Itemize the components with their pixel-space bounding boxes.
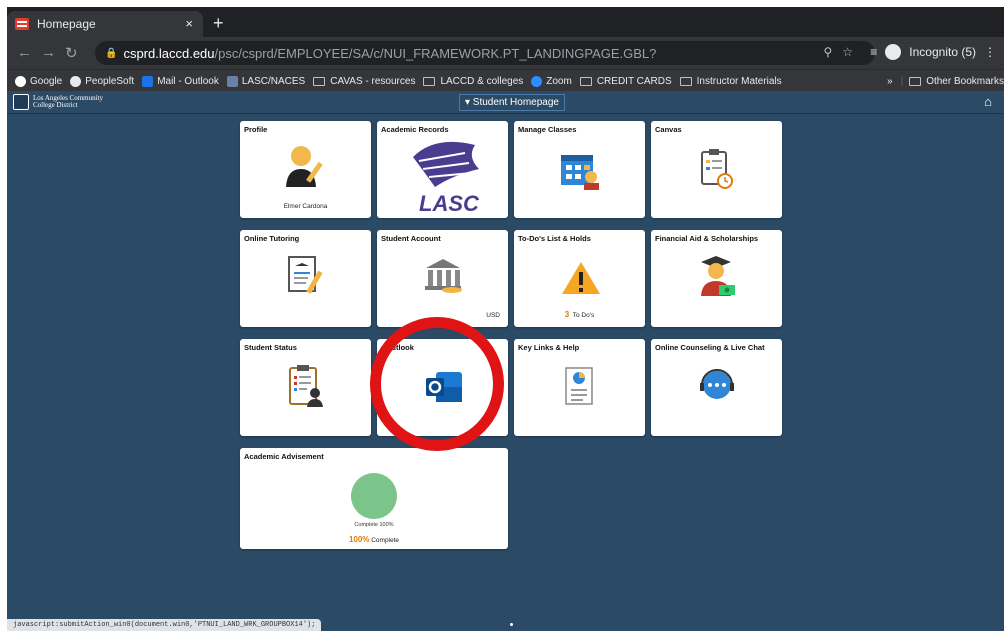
bookmark-peoplesoft[interactable]: PeopleSoft — [70, 75, 134, 87]
new-tab-button[interactable]: + — [213, 13, 224, 34]
tile-student-account[interactable]: Student Account USD — [377, 230, 508, 327]
page-indicator-dot — [510, 623, 513, 626]
bank-building-icon — [425, 259, 462, 293]
menu-icon[interactable]: ⋮ — [984, 45, 996, 59]
lock-icon: 🔒 — [105, 47, 118, 59]
app-header: Los Angeles Community College District ▾ … — [7, 91, 1004, 114]
bookmark-cavas[interactable]: CAVAS - resources — [313, 76, 415, 87]
address-bar[interactable]: 🔒 csprd.laccd.edu /psc/csprd/EMPLOYEE/SA… — [95, 41, 875, 65]
chat-headset-icon — [700, 369, 734, 399]
calendar-student-icon — [561, 155, 599, 190]
profile-person-icon — [286, 146, 323, 187]
peoplesoft-favicon-icon — [15, 18, 29, 30]
zoom-icon — [531, 75, 543, 87]
tile-financial-aid[interactable]: Financial Aid & Scholarships — [651, 230, 782, 327]
tile-academic-advisement[interactable]: Academic Advisement Complete 100% 100% C… — [240, 448, 508, 549]
bookmark-credit-cards[interactable]: CREDIT CARDS — [579, 76, 672, 87]
district-seal-icon — [13, 94, 29, 110]
incognito-label[interactable]: Incognito (5) — [909, 45, 976, 59]
progress-circle — [351, 473, 397, 519]
tile-profile[interactable]: Profile Elmer Cardona — [240, 121, 371, 218]
folder-icon — [909, 76, 922, 86]
folder-icon — [679, 76, 692, 86]
url-host: csprd.laccd.edu — [123, 45, 215, 61]
page-title-dropdown[interactable]: ▾ Student Homepage — [459, 94, 565, 111]
back-icon[interactable]: ← — [17, 44, 32, 61]
incognito-icon — [885, 44, 902, 60]
tile-student-status[interactable]: Student Status — [240, 339, 371, 436]
forward-icon[interactable]: → — [41, 44, 56, 61]
reading-list-icon[interactable]: ≡ — [870, 45, 877, 59]
todos-count-line: 3 To Do's — [564, 310, 595, 319]
document-chart-icon — [565, 367, 593, 405]
close-tab-icon[interactable]: × — [185, 16, 193, 31]
highlight-ring — [370, 317, 504, 451]
reload-icon[interactable]: ↻ — [65, 44, 78, 62]
bookmark-lasc-naces[interactable]: LASC/NACES — [226, 75, 305, 87]
tile-online-counseling[interactable]: Online Counseling & Live Chat — [651, 339, 782, 436]
tile-online-tutoring[interactable]: Online Tutoring — [240, 230, 371, 327]
clipboard-person-icon — [289, 365, 323, 407]
tile-key-links-help[interactable]: Key Links & Help — [514, 339, 645, 436]
browser-toolbar: ← → ↻ 🔒 csprd.laccd.edu /psc/csprd/EMPLO… — [7, 37, 1004, 69]
folder-icon — [313, 76, 326, 86]
peoplesoft-icon — [70, 75, 82, 87]
other-bookmarks[interactable]: Other Bookmarks — [909, 76, 1004, 87]
outlook-icon — [142, 75, 154, 87]
tile-todos-holds[interactable]: To-Do's List & Holds 3 To Do's — [514, 230, 645, 327]
browser-window: Homepage × + ← → ↻ 🔒 csprd.laccd.edu /ps… — [7, 7, 1004, 631]
svg-text:LASC: LASC — [419, 191, 480, 215]
bookmark-google[interactable]: Google — [15, 75, 62, 87]
tab-bar: Homepage × + — [7, 7, 1004, 37]
tile-academic-records[interactable]: Academic Records LASC — [377, 121, 508, 218]
lasc-icon — [226, 75, 238, 87]
lasc-cougar-logo-icon: LASC — [413, 141, 480, 215]
tab-title: Homepage — [37, 17, 96, 31]
clipboard-clock-icon — [701, 149, 733, 189]
bookmark-zoom[interactable]: Zoom — [531, 75, 572, 87]
advisement-complete-line: 100% Complete — [348, 535, 400, 544]
home-icon[interactable]: ⌂ — [984, 94, 992, 109]
bookmark-mail-outlook[interactable]: Mail - Outlook — [142, 75, 219, 87]
laccd-logo: Los Angeles Community College District — [13, 94, 103, 110]
bookmarks-bar: Google PeopleSoft Mail - Outlook LASC/NA… — [7, 69, 1004, 92]
bookmark-instructor-materials[interactable]: Instructor Materials — [679, 76, 782, 87]
browser-tab-homepage[interactable]: Homepage × — [7, 11, 203, 37]
more-bookmarks-icon[interactable]: » — [887, 76, 893, 87]
progress-circle-label: Complete 100% — [354, 522, 394, 528]
tile-canvas[interactable]: Canvas — [651, 121, 782, 218]
graduate-money-icon — [701, 256, 735, 296]
browser-status-bar: javascript:submitAction_win0(document.wi… — [7, 619, 322, 631]
document-pencil-icon — [288, 256, 323, 294]
warning-triangle-icon — [562, 262, 600, 294]
google-icon — [15, 75, 26, 87]
url-path: /psc/csprd/EMPLOYEE/SA/c/NUI_FRAMEWORK.P… — [214, 45, 657, 61]
tile-manage-classes[interactable]: Manage Classes — [514, 121, 645, 218]
folder-icon — [423, 76, 436, 86]
bookmark-laccd[interactable]: LACCD & colleges — [423, 76, 523, 87]
zoom-star-icons[interactable]: ⚲☆ — [823, 45, 863, 59]
folder-icon — [579, 76, 592, 86]
